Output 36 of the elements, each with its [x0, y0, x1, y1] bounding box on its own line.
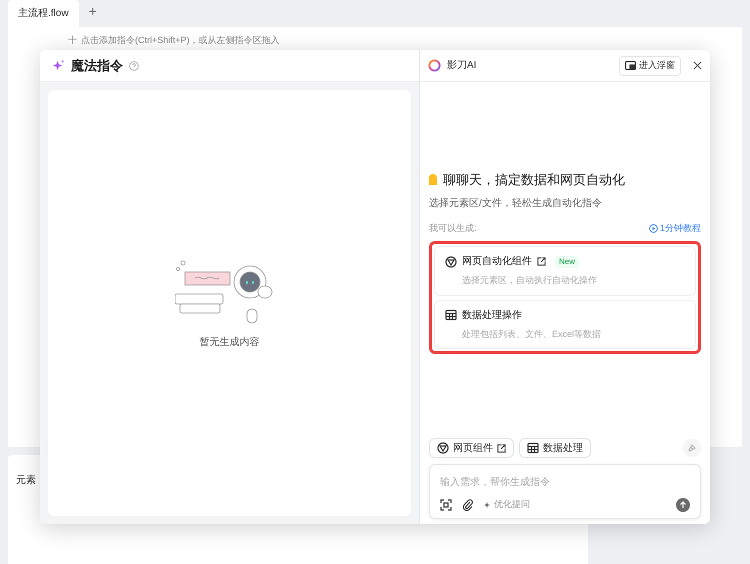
- headline: 聊聊天，搞定数据和网页自动化: [443, 171, 625, 189]
- canvas-hint: 点击添加指令(Ctrl+Shift+P)，或从左侧指令区拖入: [81, 35, 280, 46]
- section-label: 我可以生成:: [429, 222, 477, 234]
- tutorial-link[interactable]: 1分钟教程: [648, 222, 701, 235]
- close-icon[interactable]: [693, 61, 702, 70]
- option-title: 网页自动化组件: [462, 255, 532, 269]
- screenshot-icon[interactable]: [440, 499, 452, 511]
- add-tab-button[interactable]: +: [88, 1, 97, 22]
- option-description: 选择元素区，自动执行自动化操作: [461, 274, 598, 287]
- float-window-button[interactable]: 进入浮窗: [619, 56, 681, 76]
- broom-icon: [687, 443, 697, 453]
- arrow-up-icon: [679, 501, 687, 509]
- option-card[interactable]: 数据处理操作 处理包括列表、文件、Excel等数据: [434, 300, 696, 349]
- paperclip-icon[interactable]: [462, 499, 474, 511]
- sparkle-icon: [484, 501, 492, 509]
- pane-title: 魔法指令: [71, 56, 123, 75]
- logo-icon: [428, 59, 441, 72]
- sparkle-icon: [52, 59, 65, 72]
- table-icon: [445, 309, 457, 321]
- table-icon: [527, 442, 539, 454]
- empty-state-text: 暂无生成内容: [200, 336, 260, 350]
- editor-tab[interactable]: 主流程.flow: [8, 0, 79, 27]
- prompt-input[interactable]: 输入需求，帮你生成指令: [440, 475, 690, 490]
- quick-chip[interactable]: 数据处理: [519, 438, 591, 458]
- add-icon: 十: [68, 35, 77, 46]
- panel-title: 元素: [16, 475, 36, 486]
- new-badge: New: [555, 256, 580, 268]
- option-title: 数据处理操作: [462, 308, 522, 322]
- window-icon: [625, 61, 636, 70]
- play-icon: [648, 224, 658, 233]
- option-description: 处理包括列表、文件、Excel等数据: [461, 328, 602, 340]
- send-button[interactable]: [676, 498, 690, 512]
- pane-title: 影刀AI: [447, 59, 478, 73]
- subline: 选择元素区/文件，轻松生成自动化指令: [429, 196, 603, 210]
- quick-chip[interactable]: 网页组件: [429, 438, 514, 458]
- option-card[interactable]: 网页自动化组件 New 选择元素区，自动执行自动化操作: [434, 246, 696, 296]
